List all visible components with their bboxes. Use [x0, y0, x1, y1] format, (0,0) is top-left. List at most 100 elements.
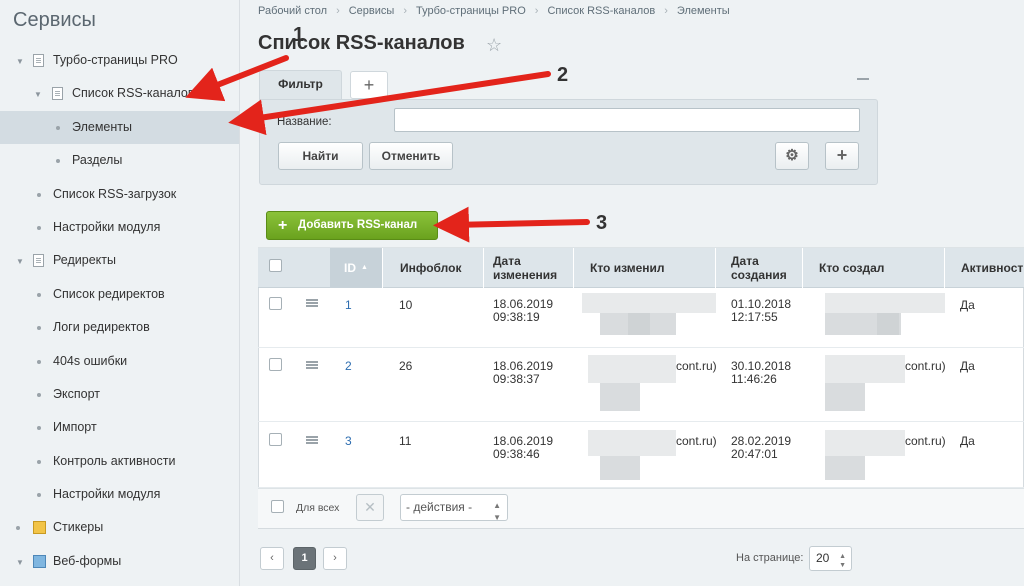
- sidebar-item-activity-control[interactable]: Контроль активности: [0, 445, 239, 478]
- sidebar-item-label: Стикеры: [53, 520, 104, 535]
- sidebar-item-sections[interactable]: Разделы: [0, 144, 239, 177]
- row-menu-icon[interactable]: [306, 361, 318, 363]
- add-rss-channel-button[interactable]: + Добавить RSS-канал: [266, 211, 438, 240]
- sidebar-item-redirects[interactable]: ▼ Редиректы: [0, 244, 239, 277]
- sidebar-item-stickers[interactable]: Стикеры: [0, 511, 239, 544]
- row-menu-icon[interactable]: [306, 436, 318, 438]
- row-id[interactable]: 1: [345, 299, 352, 312]
- date-line: 30.10.2018: [731, 359, 792, 373]
- prev-page-button[interactable]: ‹: [260, 547, 284, 570]
- column-header-created-by[interactable]: Кто создал: [803, 248, 945, 288]
- redacted-block: [600, 456, 640, 480]
- breadcrumb-item[interactable]: Элементы: [677, 5, 730, 17]
- chevron-down-icon[interactable]: ▼: [16, 257, 24, 266]
- chevron-down-icon[interactable]: ▼: [16, 558, 24, 567]
- plus-icon: +: [278, 217, 288, 234]
- column-header-id[interactable]: ID ▲: [330, 248, 383, 288]
- webform-icon: [33, 554, 46, 568]
- row-infoblock: 10: [399, 298, 413, 312]
- row-created-by-suffix: cont.ru): [905, 434, 946, 448]
- updown-chevron-icon: ▲ ▼: [493, 501, 501, 522]
- for-all-label: Для всех: [296, 502, 340, 514]
- per-page-select[interactable]: 20 ▲ ▼: [809, 546, 852, 571]
- chevron-down-icon[interactable]: ▼: [16, 57, 24, 66]
- sidebar-item-redirect-logs[interactable]: Логи редиректов: [0, 311, 239, 344]
- apply-to-all-checkbox[interactable]: [271, 500, 284, 513]
- breadcrumb-separator-icon: ›: [336, 5, 340, 17]
- row-id[interactable]: 2: [345, 360, 352, 373]
- per-page-value: 20: [816, 551, 830, 565]
- row-id[interactable]: 3: [345, 435, 352, 448]
- column-header-infoblock[interactable]: Инфоблок: [383, 248, 484, 288]
- sidebar-item-rss-loads[interactable]: Список RSS-загрузок: [0, 178, 239, 211]
- filter-tab[interactable]: Фильтр: [259, 70, 342, 100]
- date-line: 11:46:26: [731, 372, 777, 386]
- favorite-star-icon[interactable]: ☆: [486, 35, 502, 56]
- row-checkbox[interactable]: [269, 358, 282, 371]
- sidebar-item-elements[interactable]: Элементы: [0, 110, 239, 145]
- filter-name-label: Название:: [277, 116, 332, 128]
- date-line: 18.06.2019: [493, 434, 554, 448]
- annotation-number: 2: [557, 64, 569, 86]
- breadcrumb-item[interactable]: Турбо-страницы PRO: [416, 5, 526, 17]
- sidebar-item-import[interactable]: Импорт: [0, 411, 239, 444]
- add-filter-button[interactable]: +: [350, 71, 388, 99]
- sidebar-item-export[interactable]: Экспорт: [0, 378, 239, 411]
- column-header-label: ID: [344, 261, 357, 275]
- sidebar-item-module-settings[interactable]: Настройки модуля: [0, 211, 239, 244]
- sidebar-item-404s[interactable]: 404s ошибки: [0, 345, 239, 378]
- sort-asc-icon: ▲: [361, 264, 368, 271]
- sidebar-item-redirect-list[interactable]: Список редиректов: [0, 278, 239, 311]
- column-header-date-created[interactable]: Дата создания: [716, 248, 803, 288]
- row-date-changed: 18.06.2019 09:38:37: [493, 360, 553, 386]
- date-line: 12:17:55: [731, 310, 778, 324]
- actions-select[interactable]: - действия - ▲ ▼: [400, 494, 508, 522]
- sidebar-title: Сервисы: [13, 9, 96, 31]
- row-active: Да: [960, 298, 975, 312]
- row-infoblock: 11: [399, 434, 412, 448]
- column-header-label: Инфоблок: [400, 261, 462, 275]
- sidebar-item-module-settings-2[interactable]: Настройки модуля: [0, 478, 239, 511]
- column-header-line: изменения: [493, 268, 558, 282]
- sidebar-item-rss-channels[interactable]: ▼ Список RSS-каналов: [0, 77, 239, 110]
- row-menu-icon[interactable]: [306, 299, 318, 301]
- column-header-label: Активност: [961, 261, 1024, 275]
- add-filter-field-button[interactable]: +: [825, 142, 859, 170]
- column-header-label: Кто создал: [819, 261, 885, 275]
- column-header-date-changed[interactable]: Дата изменения: [484, 248, 574, 288]
- document-icon: [33, 254, 44, 268]
- breadcrumb-separator-icon: ›: [403, 5, 407, 17]
- row-changed-by-suffix: cont.ru): [676, 359, 717, 373]
- redacted-block: [600, 383, 640, 411]
- sidebar-item-label: Импорт: [53, 420, 97, 435]
- sidebar-item-web-forms[interactable]: ▼ Веб-формы: [0, 545, 239, 578]
- breadcrumb-separator-icon: ›: [534, 5, 539, 17]
- sidebar-item-label: Разделы: [72, 153, 123, 168]
- breadcrumb-item[interactable]: Сервисы: [349, 5, 395, 17]
- sidebar-item-label: Контроль активности: [53, 453, 176, 468]
- annotation-number: 1: [293, 24, 305, 46]
- redacted-block: [588, 430, 676, 456]
- row-checkbox[interactable]: [269, 433, 282, 446]
- chevron-down-icon[interactable]: ▼: [34, 90, 42, 99]
- find-button[interactable]: Найти: [278, 142, 363, 170]
- sidebar-item-turbo-pages[interactable]: ▼ Турбо-страницы PRO: [0, 44, 239, 77]
- breadcrumb-item[interactable]: Список RSS-каналов: [547, 5, 655, 17]
- next-page-button[interactable]: ›: [323, 547, 347, 570]
- column-header-changed-by[interactable]: Кто изменил: [574, 248, 716, 288]
- sidebar-item-label: Экспорт: [53, 386, 100, 401]
- gear-icon[interactable]: ⚙: [775, 142, 809, 170]
- page-1-button[interactable]: 1: [293, 547, 316, 570]
- delete-icon[interactable]: ✕: [356, 494, 384, 521]
- collapse-filter-icon[interactable]: [857, 78, 869, 80]
- cancel-button[interactable]: Отменить: [369, 142, 453, 170]
- filter-name-input[interactable]: [394, 108, 860, 132]
- bullet-icon: [37, 192, 41, 197]
- bullet-icon: [37, 225, 41, 230]
- column-header-active[interactable]: Активност: [945, 248, 1024, 288]
- sidebar-item-label: Список RSS-каналов: [72, 86, 195, 101]
- select-all-checkbox[interactable]: [269, 259, 282, 272]
- row-checkbox[interactable]: [269, 297, 282, 310]
- breadcrumb-item[interactable]: Рабочий стол: [258, 5, 327, 17]
- sidebar-item-label: Настройки модуля: [53, 219, 161, 234]
